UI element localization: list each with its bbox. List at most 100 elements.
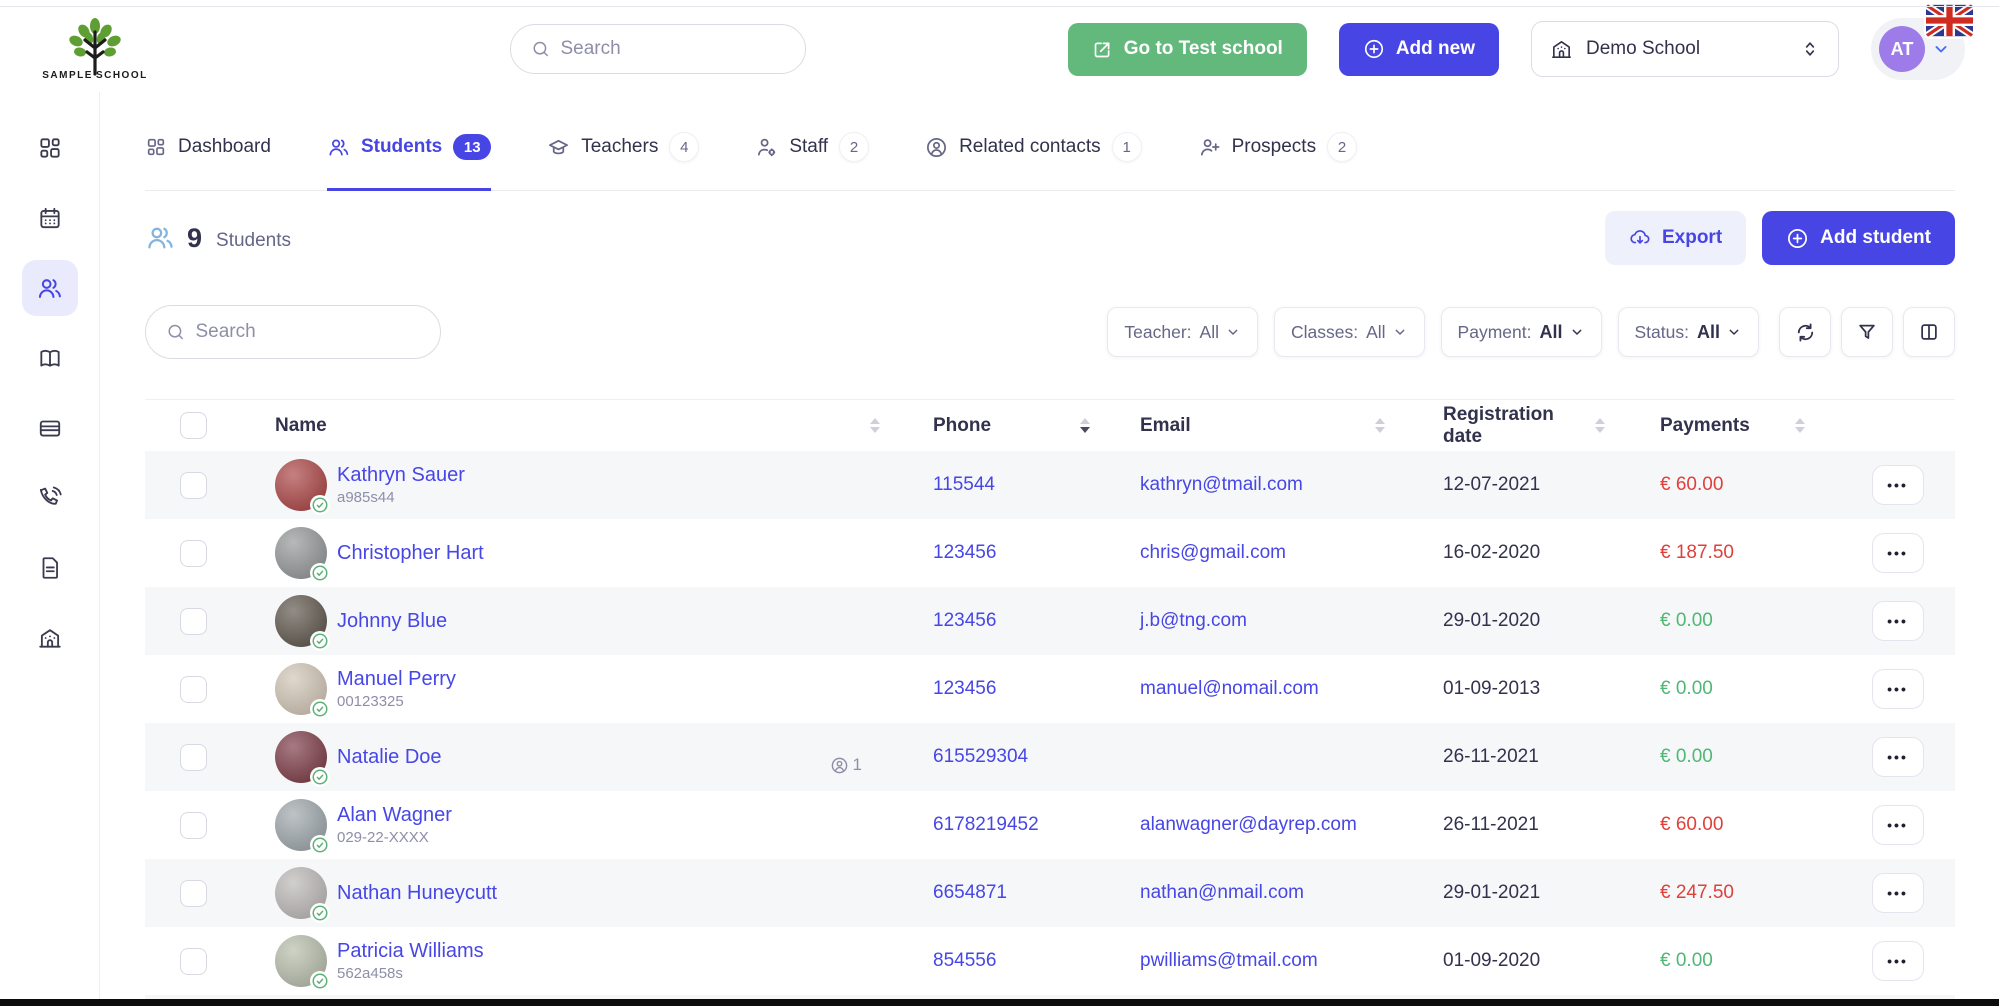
row-actions-button[interactable]: •••	[1872, 941, 1924, 981]
student-name-link[interactable]: Alan Wagner	[337, 803, 452, 828]
email-link[interactable]: manuel@nomail.com	[1140, 678, 1319, 700]
export-button[interactable]: Export	[1605, 211, 1746, 265]
students-count: 9	[187, 223, 202, 254]
row-checkbox[interactable]	[180, 948, 207, 975]
go-to-test-school-button[interactable]: Go to Test school	[1068, 23, 1307, 76]
sidebar-item-payments[interactable]	[22, 400, 78, 456]
sidebar-item-school[interactable]	[22, 610, 78, 666]
calendar-icon	[37, 205, 63, 231]
student-avatar	[275, 663, 327, 715]
columns-button[interactable]	[1903, 307, 1955, 357]
list-search[interactable]	[145, 305, 441, 359]
tab-dashboard[interactable]: Dashboard	[145, 128, 271, 191]
sort-payments[interactable]	[1795, 418, 1805, 433]
phone-link[interactable]: 123456	[933, 678, 996, 700]
row-checkbox[interactable]	[180, 472, 207, 499]
sidebar-item-classes[interactable]	[22, 330, 78, 386]
phone-link[interactable]: 123456	[933, 610, 996, 632]
table-row: Kathryn Sauer a985s44 115544 kathryn@tma…	[145, 451, 1955, 519]
payment-amount: € 187.50	[1660, 542, 1734, 564]
uk-flag-icon[interactable]	[1926, 4, 1973, 37]
email-link[interactable]: alanwagner@dayrep.com	[1140, 814, 1357, 836]
global-search[interactable]	[510, 24, 806, 74]
dashboard-grid-icon	[37, 135, 63, 161]
tab-prospects[interactable]: Prospects 2	[1198, 128, 1357, 191]
global-search-input[interactable]	[560, 38, 785, 60]
document-icon	[37, 555, 63, 581]
add-new-button[interactable]: Add new	[1339, 23, 1499, 76]
row-checkbox[interactable]	[180, 608, 207, 635]
sort-phone[interactable]	[1080, 418, 1090, 433]
email-link[interactable]: chris@gmail.com	[1140, 542, 1286, 564]
phone-link[interactable]: 6654871	[933, 882, 1007, 904]
column-header-phone: Phone	[933, 415, 991, 437]
filter-status[interactable]: Status: All	[1618, 307, 1760, 357]
student-name-link[interactable]: Kathryn Sauer	[337, 463, 465, 488]
row-actions-button[interactable]: •••	[1872, 805, 1924, 845]
email-link[interactable]: nathan@nmail.com	[1140, 882, 1304, 904]
filter-classes[interactable]: Classes: All	[1274, 307, 1425, 357]
student-name-link[interactable]: Nathan Huneycutt	[337, 881, 497, 906]
sort-registration-date[interactable]	[1595, 418, 1605, 433]
students-count-badge: 13	[453, 134, 491, 160]
sidebar-item-students[interactable]	[22, 260, 78, 316]
list-search-input[interactable]	[195, 321, 420, 343]
phone-link[interactable]: 854556	[933, 950, 996, 972]
row-actions-button[interactable]: •••	[1872, 737, 1924, 777]
prospects-count-badge: 2	[1327, 132, 1357, 162]
sidebar-item-dashboard[interactable]	[22, 120, 78, 176]
school-selector[interactable]: Demo School	[1531, 21, 1839, 77]
email-link[interactable]: pwilliams@tmail.com	[1140, 950, 1318, 972]
select-all-checkbox[interactable]	[180, 412, 207, 439]
cloud-download-icon	[1629, 227, 1651, 249]
sidebar-item-communication[interactable]	[22, 470, 78, 526]
email-link[interactable]: kathryn@tmail.com	[1140, 474, 1303, 496]
row-checkbox[interactable]	[180, 812, 207, 839]
payment-amount: € 60.00	[1660, 814, 1723, 836]
refresh-button[interactable]	[1779, 307, 1831, 357]
row-actions-button[interactable]: •••	[1872, 465, 1924, 505]
student-name-link[interactable]: Johnny Blue	[337, 609, 447, 634]
student-name-link[interactable]: Patricia Williams	[337, 939, 484, 964]
related-contacts-count-badge: 1	[1112, 132, 1142, 162]
filter-payment[interactable]: Payment: All	[1441, 307, 1602, 357]
student-name-link[interactable]: Christopher Hart	[337, 541, 484, 566]
verified-check-icon	[310, 971, 330, 991]
users-icon	[327, 136, 350, 159]
phone-link[interactable]: 115544	[933, 474, 995, 496]
row-checkbox[interactable]	[180, 676, 207, 703]
filter-button[interactable]	[1841, 307, 1893, 357]
row-actions-button[interactable]: •••	[1872, 669, 1924, 709]
phone-link[interactable]: 615529304	[933, 746, 1028, 768]
phone-link[interactable]: 123456	[933, 542, 996, 564]
student-avatar	[275, 595, 327, 647]
registration-date: 12-07-2021	[1443, 474, 1540, 496]
person-plus-icon	[1198, 136, 1221, 159]
row-checkbox[interactable]	[180, 744, 207, 771]
person-circle-icon	[830, 756, 849, 775]
tab-teachers[interactable]: Teachers 4	[547, 128, 699, 191]
top-hairline	[0, 6, 1999, 7]
column-header-name: Name	[275, 415, 327, 437]
row-checkbox[interactable]	[180, 540, 207, 567]
email-link[interactable]: j.b@tng.com	[1140, 610, 1247, 632]
student-name-link[interactable]: Natalie Doe	[337, 745, 442, 770]
table-row: Patricia Williams 562a458s 854556 pwilli…	[145, 927, 1955, 995]
phone-link[interactable]: 6178219452	[933, 814, 1039, 836]
person-circle-icon	[925, 136, 948, 159]
sort-email[interactable]	[1375, 418, 1385, 433]
row-actions-button[interactable]: •••	[1872, 533, 1924, 573]
row-actions-button[interactable]: •••	[1872, 601, 1924, 641]
school-logo: SAMPLE SCHOOL	[40, 18, 150, 81]
tab-students[interactable]: Students 13	[327, 128, 491, 191]
filter-teacher[interactable]: Teacher: All	[1107, 307, 1258, 357]
add-student-button[interactable]: Add student	[1762, 211, 1955, 265]
sidebar-item-documents[interactable]	[22, 540, 78, 596]
tab-related-contacts[interactable]: Related contacts 1	[925, 128, 1142, 191]
row-checkbox[interactable]	[180, 880, 207, 907]
tab-staff[interactable]: Staff 2	[755, 128, 869, 191]
student-name-link[interactable]: Manuel Perry	[337, 667, 456, 692]
sort-name[interactable]	[870, 418, 880, 433]
sidebar-item-calendar[interactable]	[22, 190, 78, 246]
row-actions-button[interactable]: •••	[1872, 873, 1924, 913]
